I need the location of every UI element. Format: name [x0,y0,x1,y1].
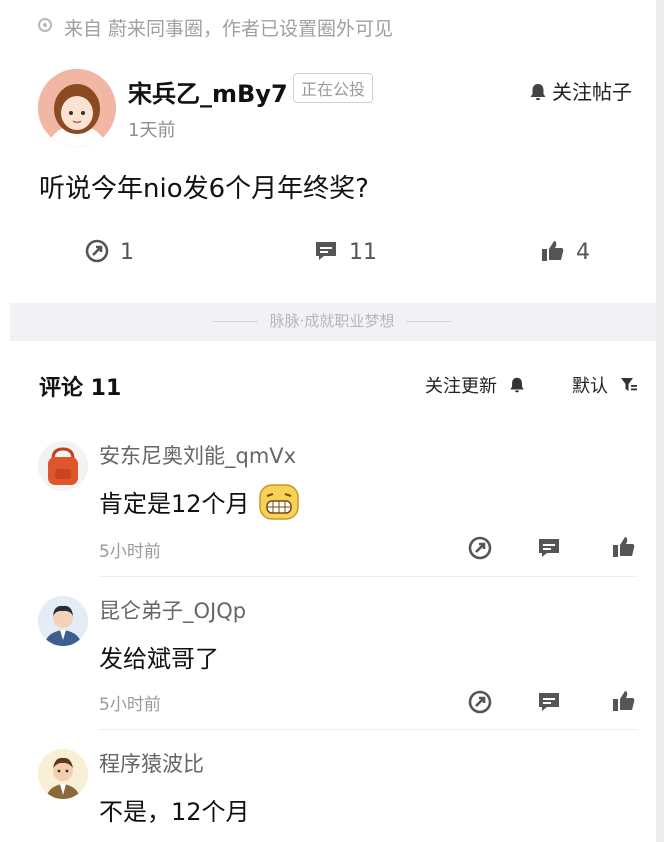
thumbs-up-icon[interactable] [611,688,637,714]
status-badge: 正在公投 [293,73,374,103]
share-icon [85,239,109,263]
post-content[interactable]: 听说今年nio发6个月年终奖? [39,168,369,205]
red-backpack-avatar [38,441,88,491]
share-button[interactable]: 1 [84,238,134,265]
commenter-avatar[interactable] [38,441,88,491]
comment-text: 肯定是12个月 [99,484,299,520]
commenter-name[interactable]: 程序猿波比 [99,748,204,778]
comment-time: 5小时前 [99,542,161,562]
comment-text: 发给斌哥了 [99,645,219,673]
author-name[interactable]: 宋兵乙_mBy7 [128,74,288,109]
share-icon[interactable] [467,535,493,561]
comment-count: 11 [349,240,377,265]
slogan-text: 脉脉·成就职业梦想 [269,312,395,330]
comment-icon [316,242,336,260]
commenter-name[interactable]: 安东尼奥刘能_qmVx [99,440,296,470]
like-button[interactable]: 4 [540,238,590,265]
follow-update-label: 关注更新 [425,376,497,397]
commenter-name[interactable]: 昆仑弟子_OJQp [99,595,246,625]
follow-post-label: 关注帖子 [552,80,632,104]
comment-text: 不是，12个月 [99,798,250,826]
man-suit-avatar [38,596,88,646]
comments-title: 评论 11 [39,376,122,401]
sort-label: 默认 [572,376,608,397]
circle-dot-icon [38,18,52,32]
thumbs-up-icon[interactable] [611,534,637,560]
post-source-bar: 来自 蔚来同事圈，作者已设置圈外可见 [0,0,664,52]
bell-icon [509,377,524,393]
bell-icon [528,82,548,102]
commenter-avatar[interactable] [38,749,88,799]
follow-post-button[interactable]: 关注帖子 [528,76,632,105]
post-source-text: 来自 蔚来同事圈，作者已设置圈外可见 [64,18,394,40]
post-time: 1天前 [128,120,176,141]
filter-icon [620,378,637,391]
thumbs-up-icon [542,241,564,261]
comment-time: 5小时前 [99,695,161,715]
sort-dropdown[interactable]: 默认 [572,372,638,398]
scrollbar-track[interactable] [656,0,664,842]
commenter-avatar[interactable] [38,596,88,646]
comment-icon[interactable] [536,535,562,561]
comment-divider [98,576,638,577]
author-avatar[interactable] [38,69,116,147]
comment-icon[interactable] [536,689,562,715]
like-count: 4 [576,240,590,265]
grinning-emoji-icon [259,484,299,520]
follow-update-button[interactable]: 关注更新 [425,372,526,398]
comment-button[interactable]: 11 [313,238,377,265]
slogan: 脉脉·成就职业梦想 [0,310,664,331]
share-icon[interactable] [467,689,493,715]
comment-divider [98,729,638,730]
cartoon-man-avatar [38,749,88,799]
share-count: 1 [120,240,134,265]
